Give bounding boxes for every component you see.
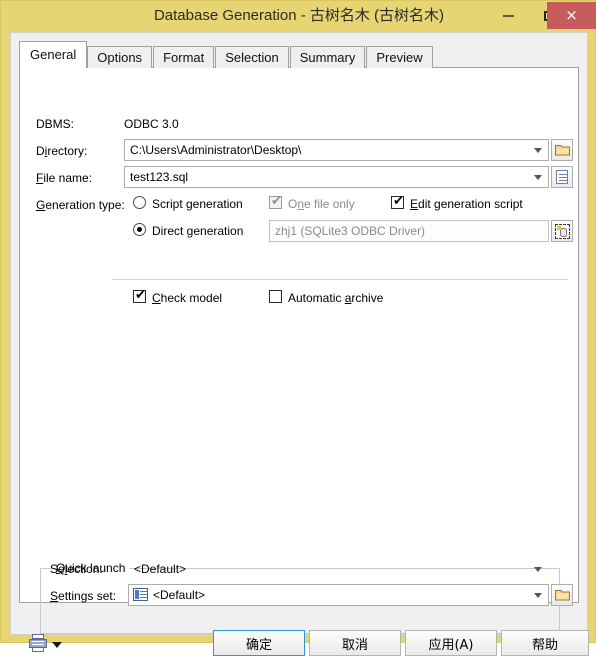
tab-selection[interactable]: Selection xyxy=(215,46,289,68)
check-mark-icon: ✔ xyxy=(135,288,146,303)
folder-icon xyxy=(554,590,570,601)
minimize-icon xyxy=(502,14,514,17)
tab-options[interactable]: Options xyxy=(87,46,153,68)
selection-combo[interactable]: <Default> xyxy=(128,558,549,580)
directory-browse-button[interactable] xyxy=(551,139,573,161)
data-source-browse-button[interactable] xyxy=(551,220,573,242)
tab-format[interactable]: Format xyxy=(153,46,215,68)
checkbox-edit-generation-script-label: Edit generation script xyxy=(410,197,523,211)
list-settings-icon xyxy=(133,588,148,601)
ok-button[interactable]: 确定 xyxy=(213,630,305,656)
tab-summary[interactable]: Summary xyxy=(289,46,366,68)
cancel-button[interactable]: 取消 xyxy=(309,630,401,656)
apply-button[interactable]: 应用(A) xyxy=(405,630,497,656)
tab-preview[interactable]: Preview xyxy=(366,46,433,68)
checkbox-edit-generation-script[interactable]: ✔ xyxy=(391,194,404,209)
generation-type-label: Generation type: xyxy=(36,198,125,212)
dialog-client: General Options Format Selection Summary… xyxy=(10,32,589,656)
radio-direct-generation-label: Direct generation xyxy=(152,224,244,238)
tab-general[interactable]: General xyxy=(19,41,88,68)
tab-page-general: DBMS: ODBC 3.0 Directory: C:\Users\Admin… xyxy=(19,67,579,634)
close-icon: × xyxy=(565,6,578,24)
check-mark-icon: ✔ xyxy=(393,194,404,209)
checkbox-one-file-only-label: One file only xyxy=(288,197,355,211)
help-button[interactable]: 帮助 xyxy=(501,630,589,656)
chevron-down-icon xyxy=(534,175,542,180)
file-name-label: File name: xyxy=(36,171,93,185)
checkbox-automatic-archive-label: Automatic archive xyxy=(288,291,384,305)
settings-set-label: Settings set: xyxy=(50,589,117,603)
chevron-down-icon xyxy=(534,567,542,572)
radio-selected-dot xyxy=(137,227,142,232)
radio-direct-generation[interactable] xyxy=(133,223,146,236)
data-source-input[interactable]: zhj1 (SQLite3 ODBC Driver) xyxy=(269,220,549,242)
radio-script-generation[interactable] xyxy=(133,196,146,209)
settings-set-combo[interactable]: <Default> xyxy=(128,584,549,606)
directory-input[interactable]: C:\Users\Administrator\Desktop\ xyxy=(124,139,549,161)
file-name-browse-button[interactable] xyxy=(551,166,573,188)
directory-label: Directory: xyxy=(36,144,88,158)
file-name-value: test123.sql xyxy=(130,170,189,184)
minimize-button[interactable] xyxy=(488,2,528,29)
document-icon xyxy=(556,170,568,184)
close-button[interactable]: × xyxy=(547,2,596,29)
directory-value: C:\Users\Administrator\Desktop\ xyxy=(130,143,302,157)
checkbox-check-model[interactable]: ✔ xyxy=(133,288,146,303)
file-name-input[interactable]: test123.sql xyxy=(124,166,549,188)
selection-label: Selection: xyxy=(50,562,103,576)
chevron-down-icon xyxy=(534,148,542,153)
folder-icon xyxy=(554,145,570,156)
title-bar: Database Generation - 古树名木 (古树名木) × xyxy=(1,1,596,32)
settings-set-value: <Default> xyxy=(153,588,206,602)
checkbox-automatic-archive[interactable] xyxy=(269,290,282,303)
selection-value: <Default> xyxy=(134,562,187,576)
check-mark-icon: ✔ xyxy=(271,194,282,209)
dbms-value: ODBC 3.0 xyxy=(124,117,179,131)
tab-strip: General Options Format Selection Summary… xyxy=(19,41,434,68)
printer-icon[interactable] xyxy=(29,634,47,652)
dbms-label: DBMS: xyxy=(36,117,75,131)
dialog-window: Database Generation - 古树名木 (古树名木) × Gene… xyxy=(0,0,596,656)
chevron-down-icon xyxy=(534,593,542,598)
checkbox-one-file-only[interactable]: ✔ xyxy=(269,194,282,209)
settings-set-browse-button[interactable] xyxy=(551,584,573,606)
data-source-value: zhj1 (SQLite3 ODBC Driver) xyxy=(275,224,426,238)
radio-script-generation-label: Script generation xyxy=(152,197,243,211)
checkbox-check-model-label: Check model xyxy=(152,291,223,305)
database-icon xyxy=(554,223,570,239)
section-separator xyxy=(112,279,568,280)
